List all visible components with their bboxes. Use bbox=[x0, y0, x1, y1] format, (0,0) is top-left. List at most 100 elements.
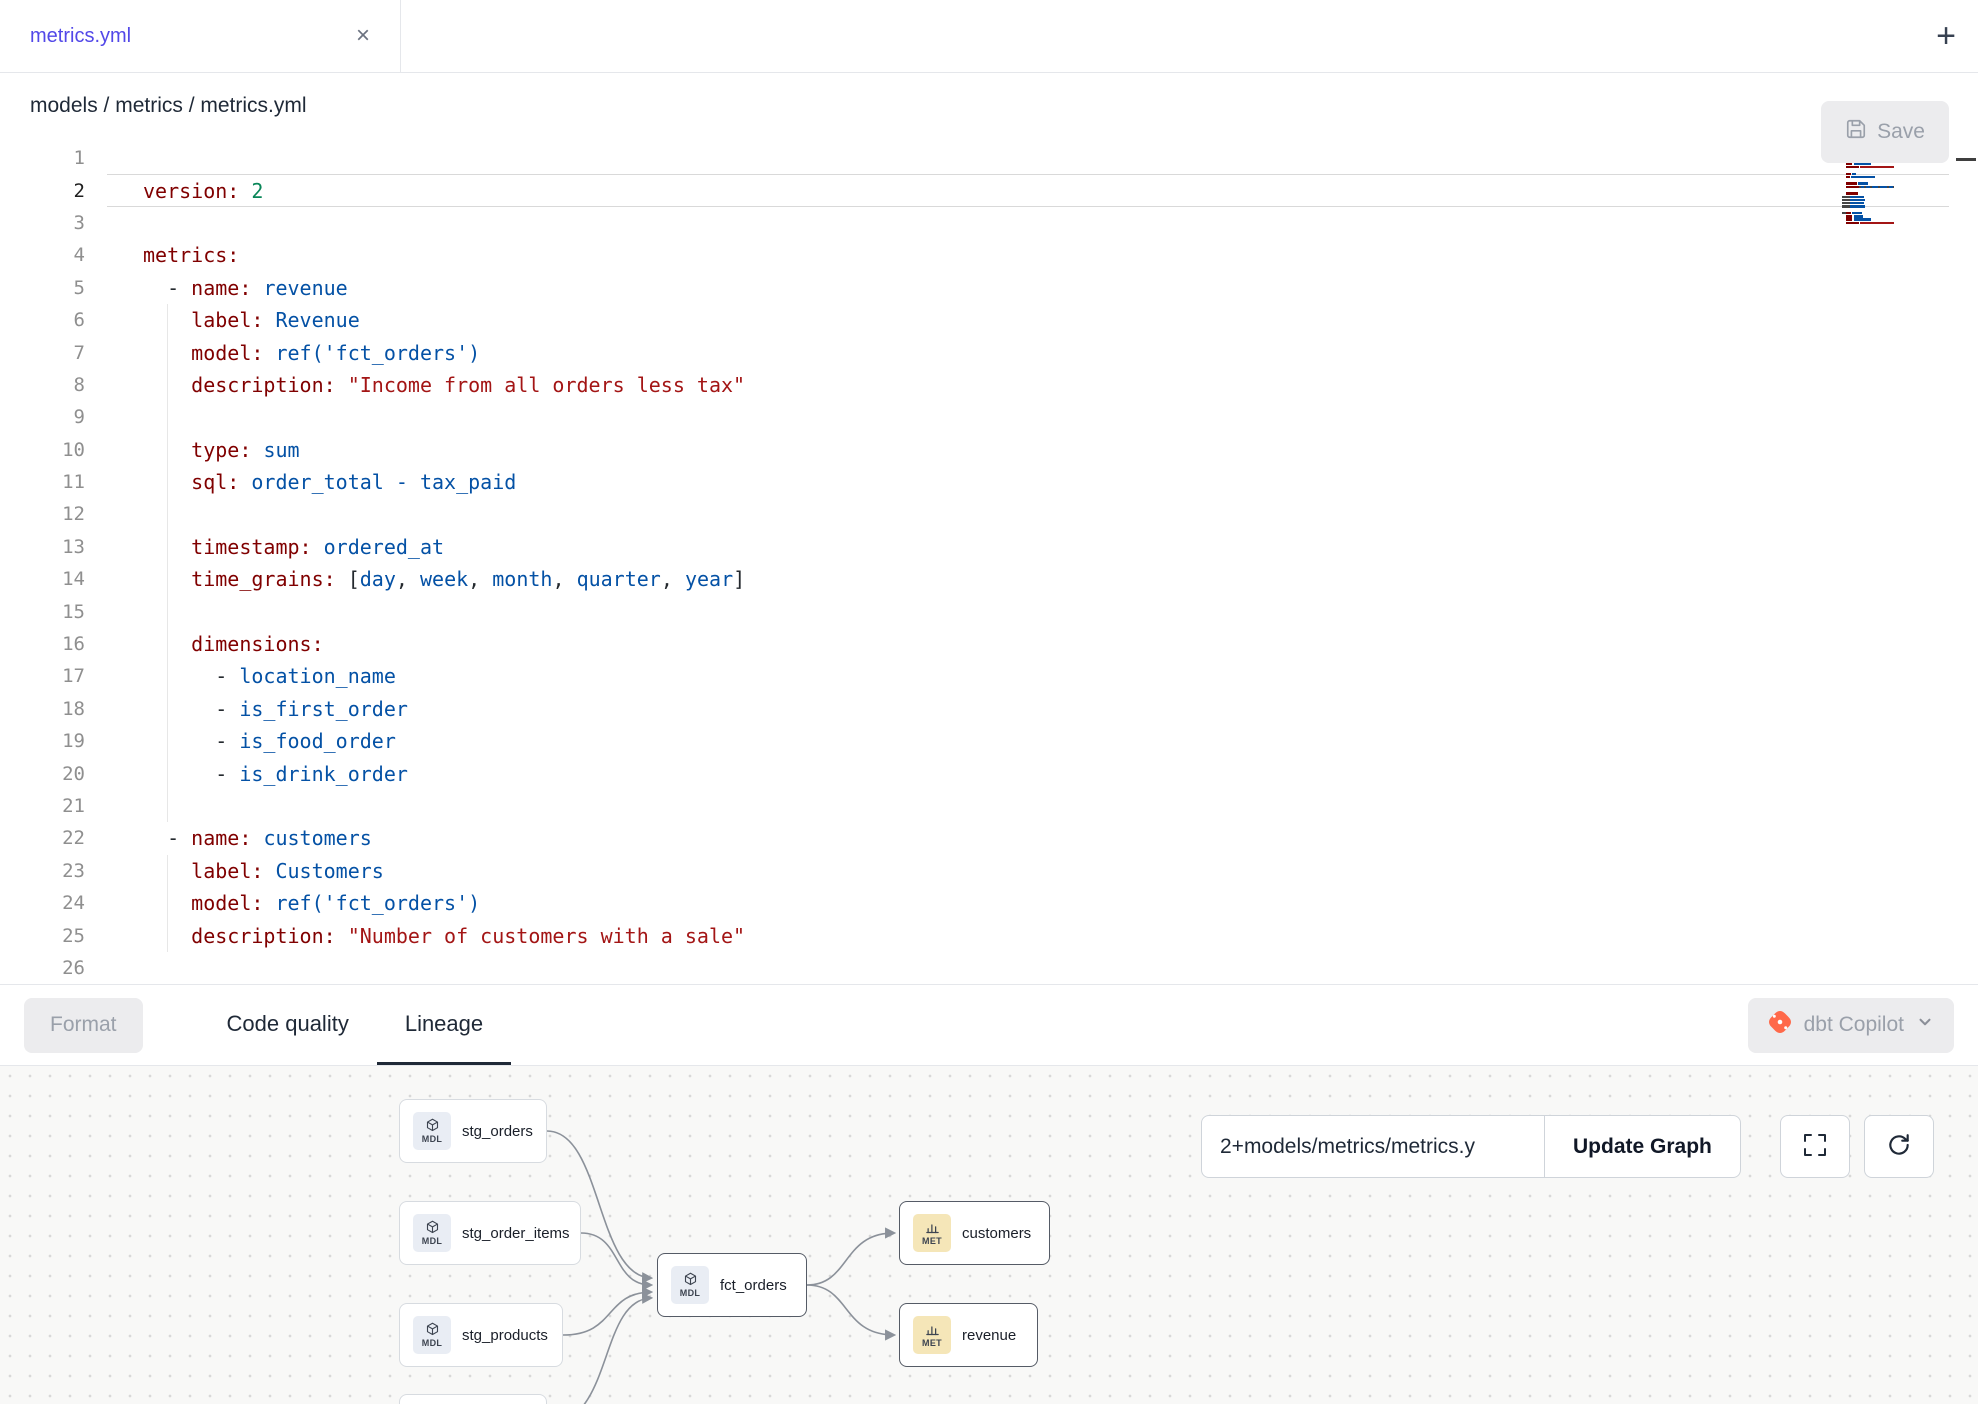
code-token: customers bbox=[263, 826, 371, 850]
code-line[interactable]: 14 time_grains: [day, week, month, quart… bbox=[0, 563, 1978, 595]
refresh-button[interactable] bbox=[1864, 1115, 1934, 1178]
code-line[interactable]: 8 description: "Income from all orders l… bbox=[0, 369, 1978, 401]
dbt-copilot-button[interactable]: dbt Copilot bbox=[1748, 998, 1954, 1053]
code-token: ref('fct_orders') bbox=[275, 341, 480, 365]
code-token: metrics: bbox=[143, 243, 239, 267]
code-line[interactable]: 12 bbox=[0, 498, 1978, 530]
update-graph-button[interactable]: Update Graph bbox=[1544, 1115, 1741, 1178]
graph-controls: Update Graph bbox=[1201, 1115, 1741, 1178]
code-token bbox=[239, 179, 251, 203]
code-token: - bbox=[143, 697, 239, 721]
code-token: ] bbox=[733, 567, 745, 591]
bottom-toolbar: Format Code quality Lineage dbt Copilot bbox=[0, 984, 1978, 1066]
code-token: description: bbox=[191, 373, 336, 397]
code-line[interactable]: 18 - is_first_order bbox=[0, 693, 1978, 725]
indent-guide bbox=[167, 498, 168, 530]
tab-code-quality[interactable]: Code quality bbox=[199, 985, 377, 1065]
lineage-node-fct_orders[interactable]: MDLfct_orders bbox=[657, 1253, 807, 1317]
lineage-node-revenue[interactable]: METrevenue bbox=[899, 1303, 1038, 1367]
code-text: description: "Income from all orders les… bbox=[107, 369, 1978, 401]
code-line[interactable]: 17 - location_name bbox=[0, 660, 1978, 692]
save-icon bbox=[1845, 118, 1867, 146]
code-text: model: ref('fct_orders') bbox=[107, 336, 1978, 368]
line-number: 14 bbox=[0, 568, 107, 590]
line-number: 26 bbox=[0, 957, 107, 979]
lineage-filter-input[interactable] bbox=[1201, 1115, 1545, 1178]
line-number: 23 bbox=[0, 860, 107, 882]
format-button[interactable]: Format bbox=[24, 998, 143, 1053]
code-line[interactable]: 6 label: Revenue bbox=[0, 304, 1978, 336]
lineage-node-stg_products[interactable]: MDLstg_products bbox=[399, 1303, 563, 1367]
code-token: is_drink_order bbox=[239, 762, 408, 786]
badge-kind-label: MDL bbox=[422, 1338, 442, 1348]
lineage-node-partial-node[interactable]: MDL bbox=[399, 1394, 547, 1404]
code-token bbox=[263, 891, 275, 915]
code-line[interactable]: 7 model: ref('fct_orders') bbox=[0, 336, 1978, 368]
code-line[interactable]: 9 bbox=[0, 401, 1978, 433]
code-line[interactable]: 16 dimensions: bbox=[0, 628, 1978, 660]
code-line[interactable]: 5 - name: revenue bbox=[0, 272, 1978, 304]
code-token: [ bbox=[336, 567, 360, 591]
line-number: 11 bbox=[0, 471, 107, 493]
code-line[interactable]: 23 label: Customers bbox=[0, 855, 1978, 887]
indent-guide bbox=[167, 693, 168, 725]
close-icon[interactable]: × bbox=[356, 24, 370, 48]
code-line[interactable]: 11 sql: order_total - tax_paid bbox=[0, 466, 1978, 498]
code-line[interactable]: 22 - name: customers bbox=[0, 822, 1978, 854]
line-number: 9 bbox=[0, 406, 107, 428]
code-line[interactable]: 25 description: "Number of customers wit… bbox=[0, 919, 1978, 951]
scrollbar-mark[interactable] bbox=[1956, 158, 1976, 161]
code-line[interactable]: 21 bbox=[0, 790, 1978, 822]
code-token: label: bbox=[191, 859, 263, 883]
code-line[interactable]: 26 bbox=[0, 952, 1978, 984]
dbt-logo-icon bbox=[1768, 1010, 1792, 1040]
tab-lineage[interactable]: Lineage bbox=[377, 985, 511, 1065]
fullscreen-button[interactable] bbox=[1780, 1115, 1850, 1178]
code-line[interactable]: 19 - is_food_order bbox=[0, 725, 1978, 757]
code-token: description: bbox=[191, 924, 336, 948]
code-line[interactable]: 4 metrics: bbox=[0, 239, 1978, 271]
line-number: 22 bbox=[0, 827, 107, 849]
code-line[interactable]: 1 bbox=[0, 142, 1978, 174]
code-token: Revenue bbox=[275, 308, 359, 332]
line-number: 6 bbox=[0, 309, 107, 331]
code-text bbox=[107, 952, 1978, 984]
code-line[interactable]: 15 bbox=[0, 595, 1978, 627]
line-number: 19 bbox=[0, 730, 107, 752]
copilot-label: dbt Copilot bbox=[1804, 1013, 1904, 1037]
line-number: 8 bbox=[0, 374, 107, 396]
code-line[interactable]: 10 type: sum bbox=[0, 434, 1978, 466]
code-line[interactable]: 20 - is_drink_order bbox=[0, 757, 1978, 789]
line-number: 21 bbox=[0, 795, 107, 817]
lineage-node-customers[interactable]: METcustomers bbox=[899, 1201, 1050, 1265]
node-label: stg_order_items bbox=[462, 1225, 570, 1242]
add-tab-button[interactable]: + bbox=[1936, 19, 1956, 53]
code-editor[interactable]: 12version: 234metrics:5 - name: revenue6… bbox=[0, 139, 1978, 984]
model-badge-icon: MDL bbox=[413, 1214, 451, 1252]
code-token bbox=[336, 373, 348, 397]
model-badge-icon: MDL bbox=[671, 1266, 709, 1304]
code-token bbox=[251, 438, 263, 462]
code-token: ref('fct_orders') bbox=[275, 891, 480, 915]
lineage-canvas[interactable]: MDLstg_orders MDL stg_order_items MDLstg_pr… bbox=[0, 1066, 1978, 1404]
code-token: is_first_order bbox=[239, 697, 408, 721]
save-button[interactable]: Save bbox=[1821, 101, 1949, 163]
lineage-node-stg_orders[interactable]: MDLstg_orders bbox=[399, 1099, 547, 1163]
code-line[interactable]: 13 timestamp: ordered_at bbox=[0, 531, 1978, 563]
code-text: - name: customers bbox=[107, 822, 1978, 854]
tab-metrics-yml[interactable]: metrics.yml × bbox=[0, 0, 401, 72]
code-text bbox=[107, 401, 1978, 433]
lineage-node-stg_order_items[interactable]: MDL stg_order_items bbox=[399, 1201, 581, 1265]
code-line[interactable]: 2version: 2 bbox=[0, 174, 1978, 206]
code-token: - bbox=[143, 276, 191, 300]
code-line[interactable]: 3 bbox=[0, 207, 1978, 239]
code-token: "Number of customers with a sale" bbox=[348, 924, 745, 948]
file-header: models / metrics / metrics.yml bbox=[0, 73, 1978, 139]
line-number: 4 bbox=[0, 244, 107, 266]
code-token: Customers bbox=[275, 859, 383, 883]
code-token: sum bbox=[263, 438, 299, 462]
code-token bbox=[263, 308, 275, 332]
line-number: 10 bbox=[0, 439, 107, 461]
code-line[interactable]: 24 model: ref('fct_orders') bbox=[0, 887, 1978, 919]
code-token: - bbox=[143, 762, 239, 786]
